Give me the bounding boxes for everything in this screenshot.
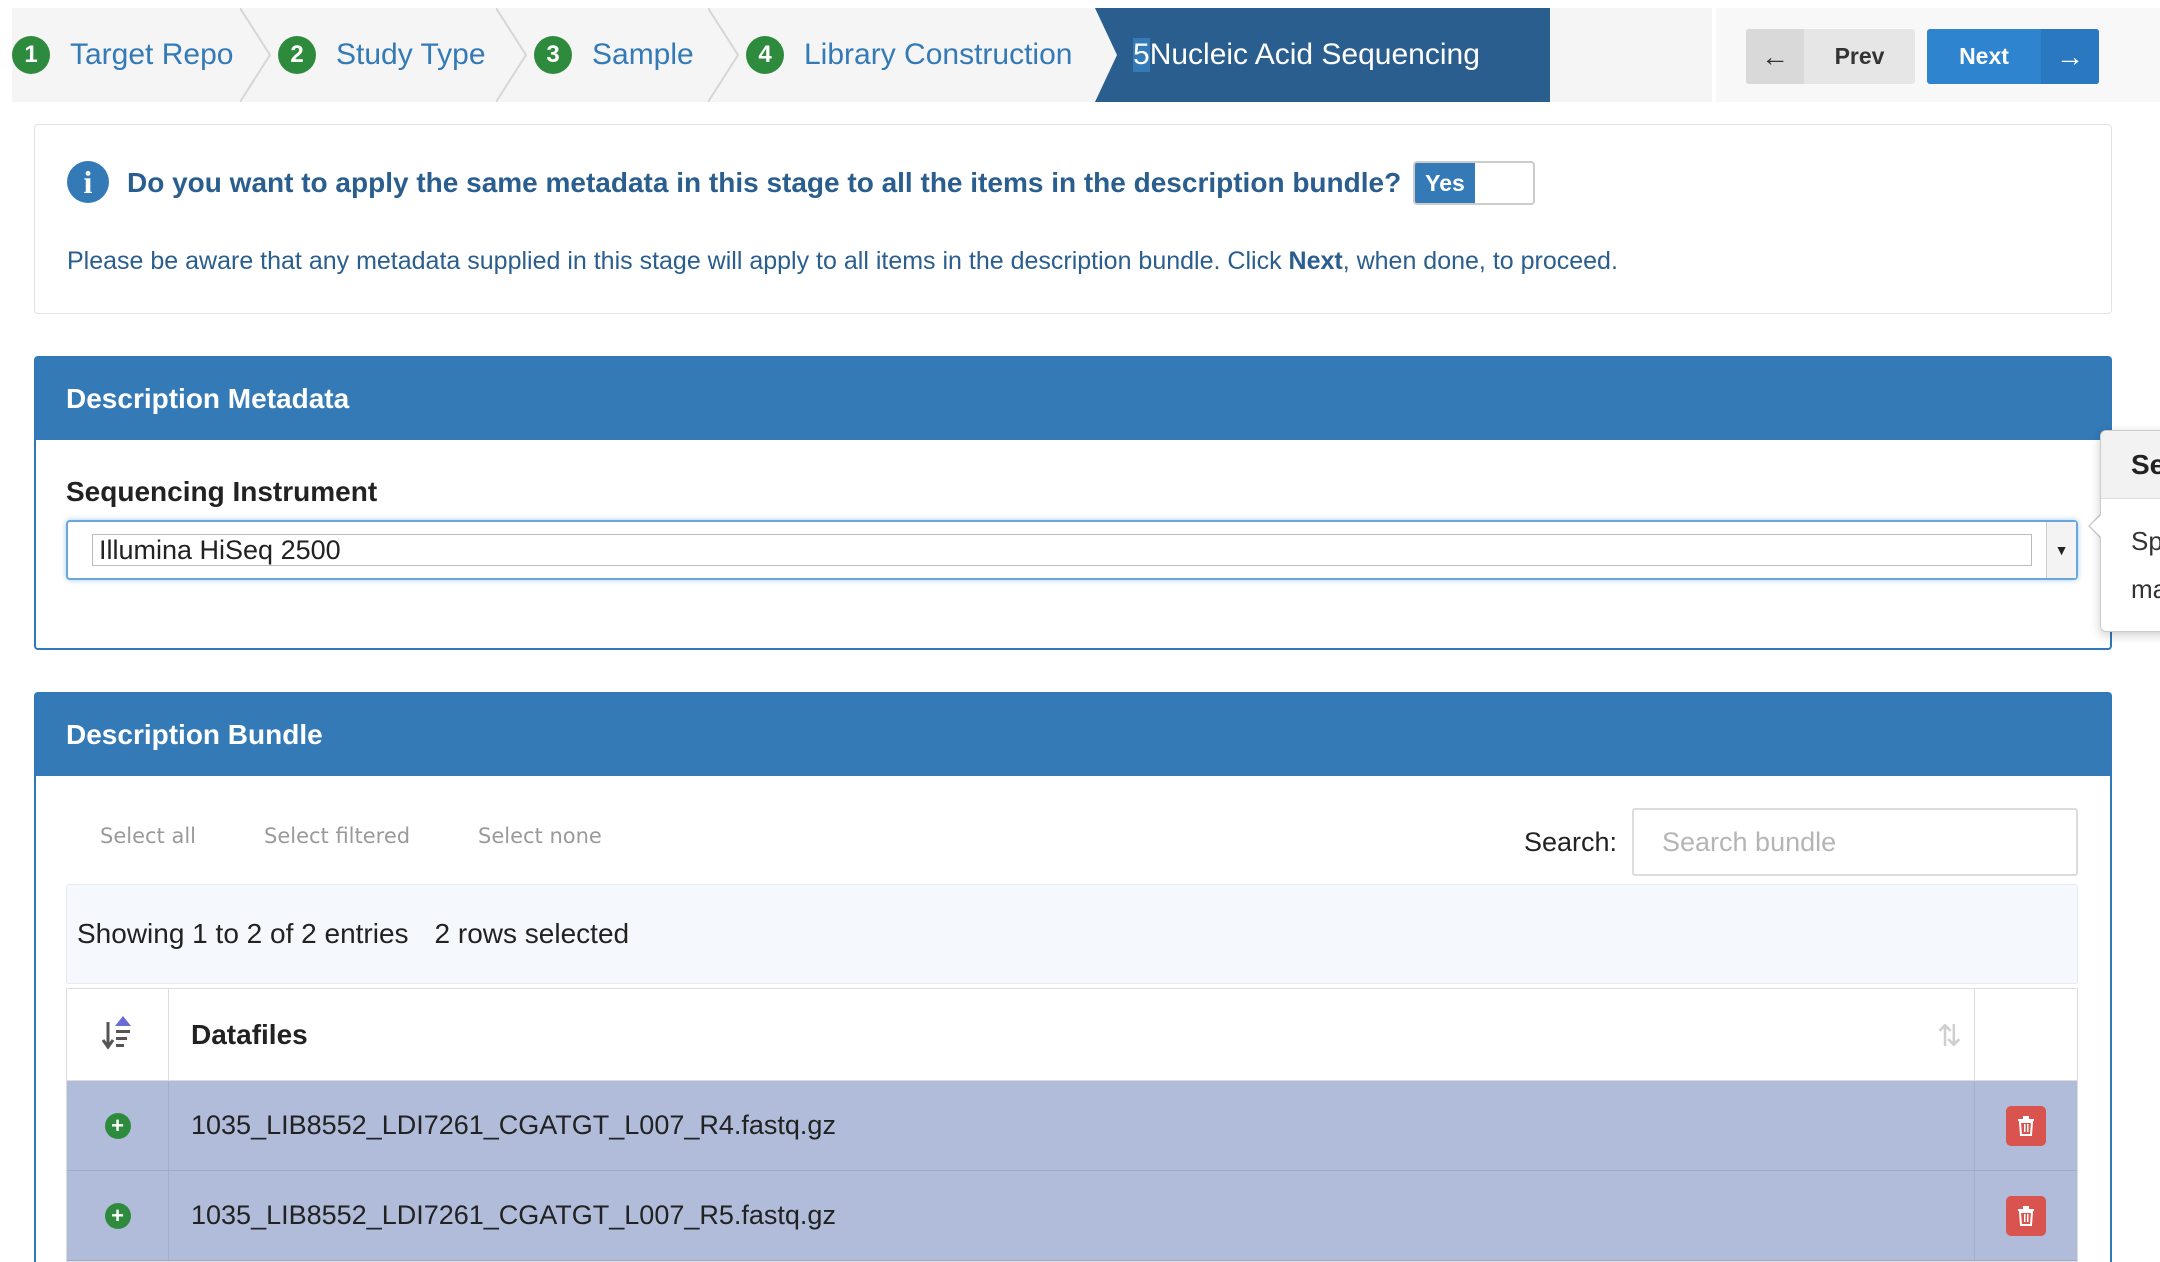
trash-icon	[2018, 1115, 2034, 1136]
step-target-repo[interactable]: 1 Target Repo	[12, 8, 233, 102]
plus-circle-icon[interactable]: +	[104, 1112, 131, 1139]
datafile-name: 1035_LIB8552_LDI7261_CGATGT_L007_R4.fast…	[169, 1081, 1975, 1170]
step-separator	[708, 8, 740, 102]
popover-body: Sp ma	[2101, 499, 2160, 613]
note-text-end: , when done, to proceed.	[1342, 247, 1618, 275]
popover-title: Se	[2101, 431, 2160, 499]
row-expand-cell: +	[67, 1171, 169, 1260]
active-step-content: 5 Nucleic Acid Sequencing	[1133, 8, 1480, 102]
datafiles-header-label: Datafiles	[191, 1018, 308, 1050]
prev-button[interactable]: ← Prev	[1746, 29, 1915, 84]
delete-button[interactable]	[2006, 1105, 2046, 1146]
trash-icon	[2018, 1205, 2034, 1226]
step-label: Target Repo	[70, 38, 234, 71]
next-label: Next	[1959, 43, 2009, 69]
sequencing-instrument-label: Sequencing Instrument	[66, 476, 378, 507]
table-row[interactable]: + 1035_LIB8552_LDI7261_CGATGT_L007_R4.fa…	[67, 1081, 2077, 1171]
next-button[interactable]: Next →	[1927, 29, 2099, 84]
rows-selected-count: 2 rows selected	[434, 918, 630, 949]
popover-arrow-fill	[2090, 513, 2103, 539]
popover-line: ma	[2131, 574, 2160, 604]
select-filtered-link[interactable]: Select filtered	[264, 824, 410, 848]
select-none-link[interactable]: Select none	[478, 824, 602, 848]
panel-title: Description Metadata	[36, 358, 2110, 440]
apply-metadata-toggle[interactable]: Yes	[1413, 161, 1535, 205]
table-row[interactable]: + 1035_LIB8552_LDI7261_CGATGT_L007_R5.fa…	[67, 1171, 2077, 1261]
info-icon: i	[67, 161, 109, 203]
step-number: 2	[278, 36, 316, 74]
search-input[interactable]	[1632, 808, 2078, 876]
panel-title: Description Bundle	[36, 694, 2110, 776]
row-action-cell	[1975, 1171, 2077, 1260]
entries-count: Showing 1 to 2 of 2 entries	[77, 918, 409, 949]
step-label: Sample	[592, 38, 694, 71]
datafiles-table: Datafiles ⇅ + 1035_LIB8552_LDI7261_CGATG…	[66, 988, 2078, 1262]
delete-button[interactable]	[2006, 1195, 2046, 1236]
arrow-right-icon: →	[2041, 29, 2099, 84]
help-popover: Se Sp ma	[2100, 430, 2160, 632]
step-number: 1	[12, 36, 50, 74]
toggle-yes-label: Yes	[1415, 163, 1475, 203]
step-label: Nucleic Acid Sequencing	[1149, 38, 1480, 71]
description-bundle-panel: Description Bundle Select all Select fil…	[34, 692, 2112, 1262]
step-number: 5	[1133, 38, 1150, 72]
step-label: Study Type	[336, 38, 486, 71]
datafiles-column-header[interactable]: Datafiles ⇅	[169, 989, 1975, 1080]
step-separator	[496, 8, 528, 102]
sort-both-icon: ⇅	[1936, 1020, 1962, 1053]
sequencing-instrument-value: Illumina HiSeq 2500	[92, 534, 2032, 566]
note-next-emphasis: Next	[1288, 247, 1343, 275]
caret-down-icon[interactable]: ▼	[2046, 522, 2076, 578]
table-info: Showing 1 to 2 of 2 entries 2 rows selec…	[66, 884, 2078, 984]
row-action-cell	[1975, 1081, 2077, 1170]
table-header: Datafiles ⇅	[67, 989, 2077, 1081]
step-sample[interactable]: 3 Sample	[534, 8, 694, 102]
apply-metadata-question: Do you want to apply the same metadata i…	[127, 167, 1402, 198]
popover-line: Sp	[2131, 526, 2160, 556]
apply-metadata-note: Please be aware that any metadata suppli…	[67, 247, 1618, 276]
note-text: Please be aware that any metadata suppli…	[67, 247, 1289, 275]
row-expand-cell: +	[67, 1081, 169, 1170]
step-separator	[240, 8, 272, 102]
description-metadata-panel: Description Metadata Sequencing Instrume…	[34, 356, 2112, 650]
search-label: Search:	[1524, 827, 1618, 857]
step-number: 4	[746, 36, 784, 74]
select-all-link[interactable]: Select all	[100, 824, 196, 848]
plus-circle-icon[interactable]: +	[104, 1202, 131, 1229]
apply-metadata-alert: i Do you want to apply the same metadata…	[34, 124, 2112, 314]
prev-label: Prev	[1834, 43, 1885, 69]
step-library-construction[interactable]: 4 Library Construction	[746, 8, 1072, 102]
wizard-steps: 1 Target Repo 2 Study Type 3 Sample 4 Li…	[12, 8, 1712, 102]
step-study-type[interactable]: 2 Study Type	[278, 8, 486, 102]
sort-column-header[interactable]	[67, 989, 169, 1080]
arrow-left-icon: ←	[1746, 29, 1804, 84]
sort-amount-icon	[101, 1015, 131, 1050]
step-label: Library Construction	[804, 38, 1073, 71]
step-number: 3	[534, 36, 572, 74]
sequencing-instrument-select[interactable]: Illumina HiSeq 2500 ▼	[66, 520, 2078, 580]
step-nucleic-acid-sequencing[interactable]: 5 Nucleic Acid Sequencing	[1095, 8, 1550, 102]
actions-column-header	[1975, 989, 2077, 1080]
datafile-name: 1035_LIB8552_LDI7261_CGATGT_L007_R5.fast…	[169, 1171, 1975, 1260]
